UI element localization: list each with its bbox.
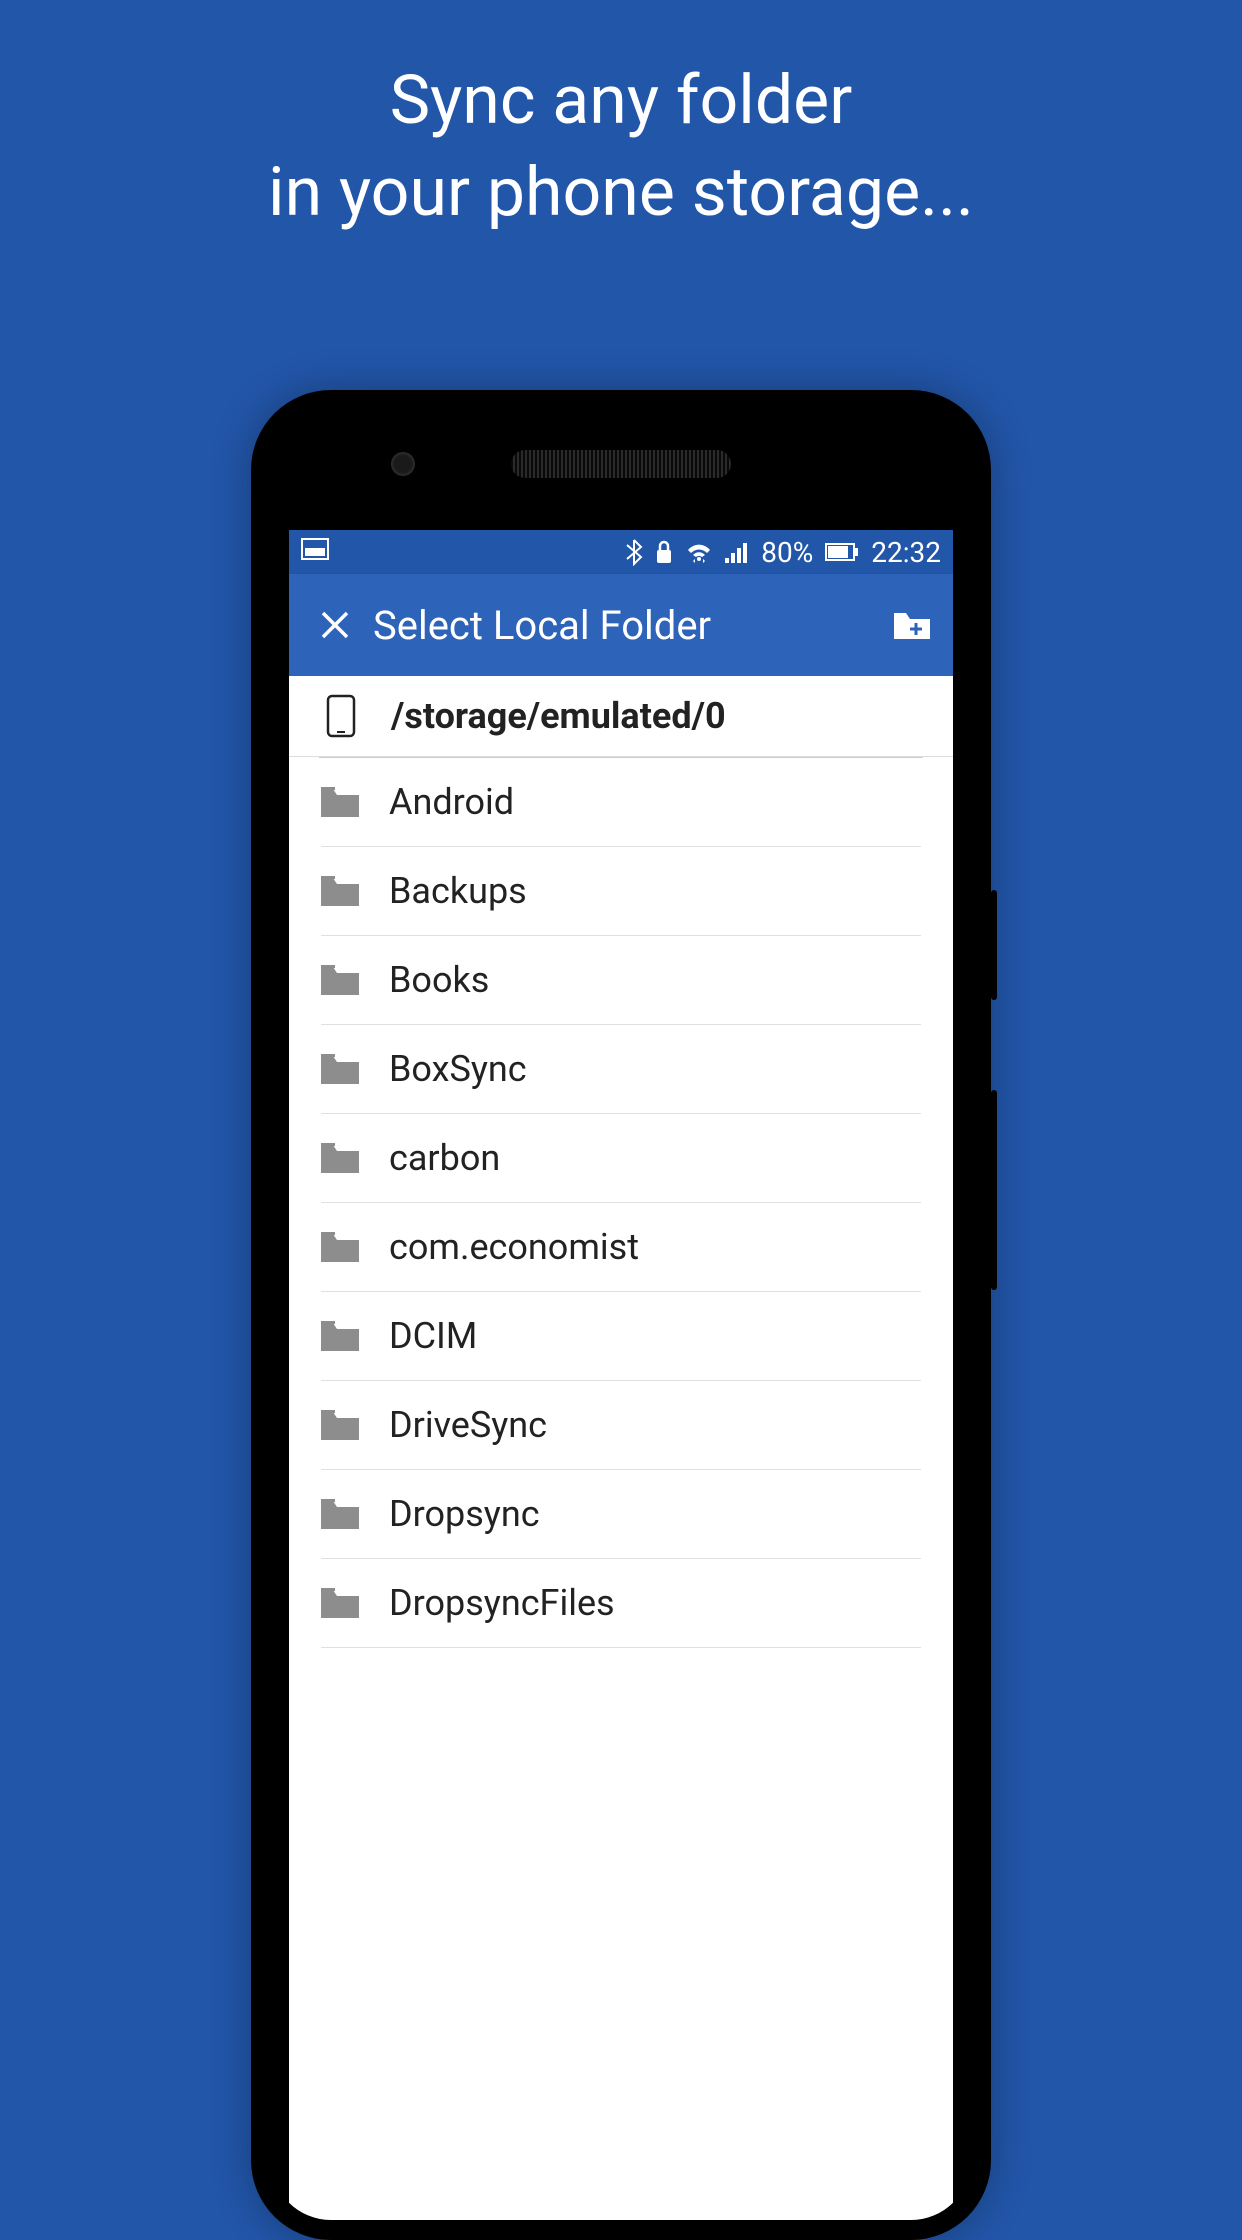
phone-storage-icon [321,694,361,738]
folder-name: DriveSync [389,1404,547,1446]
signal-icon [725,541,749,563]
phone-volume-button [991,1090,997,1290]
folder-icon [321,1410,361,1440]
folder-name: BoxSync [389,1048,527,1090]
folder-row[interactable]: DropsyncFiles [321,1559,921,1648]
folder-name: Dropsync [389,1493,540,1535]
folder-list: Android Backups Books BoxSync carbon com… [289,758,953,1648]
folder-row[interactable]: DriveSync [321,1381,921,1470]
folder-row[interactable]: com.economist [321,1203,921,1292]
screenshot-icon [301,537,329,567]
wifi-icon [685,541,713,563]
folder-icon [321,1143,361,1173]
phone-screen: 80% 22:32 [289,530,953,2220]
promo-line2: in your phone storage... [0,147,1242,239]
folder-icon [321,1321,361,1351]
folder-name: DropsyncFiles [389,1582,615,1624]
folder-icon [321,965,361,995]
status-bar: 80% 22:32 [289,530,953,574]
new-folder-button[interactable] [887,609,937,641]
folder-name: DCIM [389,1315,477,1357]
folder-name: Books [389,959,489,1001]
folder-name: Android [389,781,514,823]
clock-time: 22:32 [871,536,941,569]
battery-icon [825,542,859,562]
app-bar-title: Select Local Folder [373,602,887,649]
phone-frame: 80% 22:32 [251,390,991,2240]
phone-camera [391,452,415,476]
folder-row[interactable]: DCIM [321,1292,921,1381]
folder-name: carbon [389,1137,500,1179]
folder-row[interactable]: Dropsync [321,1470,921,1559]
folder-row[interactable]: Android [321,758,921,847]
folder-name: com.economist [389,1226,639,1268]
folder-icon [321,1588,361,1618]
close-button[interactable] [305,610,365,640]
folder-row[interactable]: Backups [321,847,921,936]
phone-power-button [991,890,997,1000]
folder-add-icon [892,609,932,641]
promo-text: Sync any folder in your phone storage... [0,0,1242,239]
folder-icon [321,1232,361,1262]
close-icon [320,610,350,640]
folder-name: Backups [389,870,527,912]
folder-icon [321,787,361,817]
folder-icon [321,1499,361,1529]
folder-row[interactable]: BoxSync [321,1025,921,1114]
folder-row[interactable]: carbon [321,1114,921,1203]
folder-icon [321,1054,361,1084]
content-area: /storage/emulated/0 Android Backups Book… [289,676,953,1648]
current-path: /storage/emulated/0 [391,695,726,737]
app-bar: Select Local Folder [289,574,953,676]
promo-line1: Sync any folder [0,55,1242,147]
phone-speaker [511,450,731,478]
bluetooth-icon [625,538,643,566]
lock-icon [655,540,673,564]
current-path-row[interactable]: /storage/emulated/0 [289,676,953,757]
battery-percent: 80% [761,536,813,569]
folder-row[interactable]: Books [321,936,921,1025]
folder-icon [321,876,361,906]
